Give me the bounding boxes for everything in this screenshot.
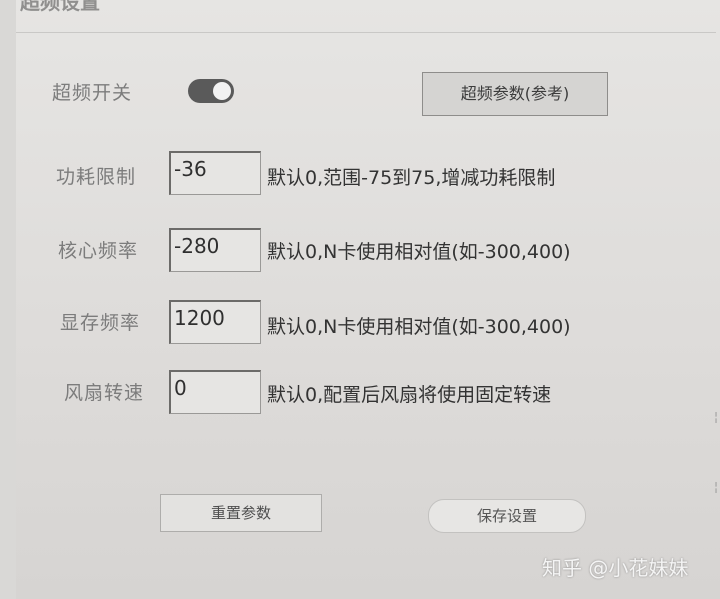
power-limit-hint: 默认0,范围-75到75,增减功耗限制: [267, 167, 556, 189]
overclock-toggle[interactable]: [188, 79, 234, 103]
memory-clock-hint: 默认0,N卡使用相对值(如-300,400): [267, 316, 571, 338]
watermark: 知乎 @小花妹妹: [542, 556, 689, 580]
fan-speed-hint: 默认0,配置后风扇将使用固定转速: [267, 384, 552, 406]
power-limit-label: 功耗限制: [56, 166, 137, 188]
overclock-switch-label: 超频开关: [52, 82, 133, 104]
overclock-reference-button[interactable]: 超频参数(参考): [422, 72, 608, 116]
power-limit-input[interactable]: -36: [169, 151, 261, 195]
core-clock-input[interactable]: -280: [169, 228, 261, 272]
memory-clock-label: 显存频率: [60, 312, 141, 334]
edge-mark: ¦: [713, 480, 718, 494]
fan-speed-input[interactable]: 0: [169, 370, 261, 414]
save-button[interactable]: 保存设置: [428, 499, 586, 533]
window-title: 超频设置: [20, 0, 100, 14]
title-divider: [16, 32, 716, 33]
edge-mark: ¦: [713, 410, 718, 424]
fan-speed-label: 风扇转速: [64, 382, 145, 404]
core-clock-label: 核心频率: [58, 240, 139, 262]
memory-clock-input[interactable]: 1200: [169, 300, 261, 344]
toggle-knob: [213, 82, 231, 100]
core-clock-hint: 默认0,N卡使用相对值(如-300,400): [267, 241, 571, 263]
reset-button[interactable]: 重置参数: [160, 494, 322, 532]
